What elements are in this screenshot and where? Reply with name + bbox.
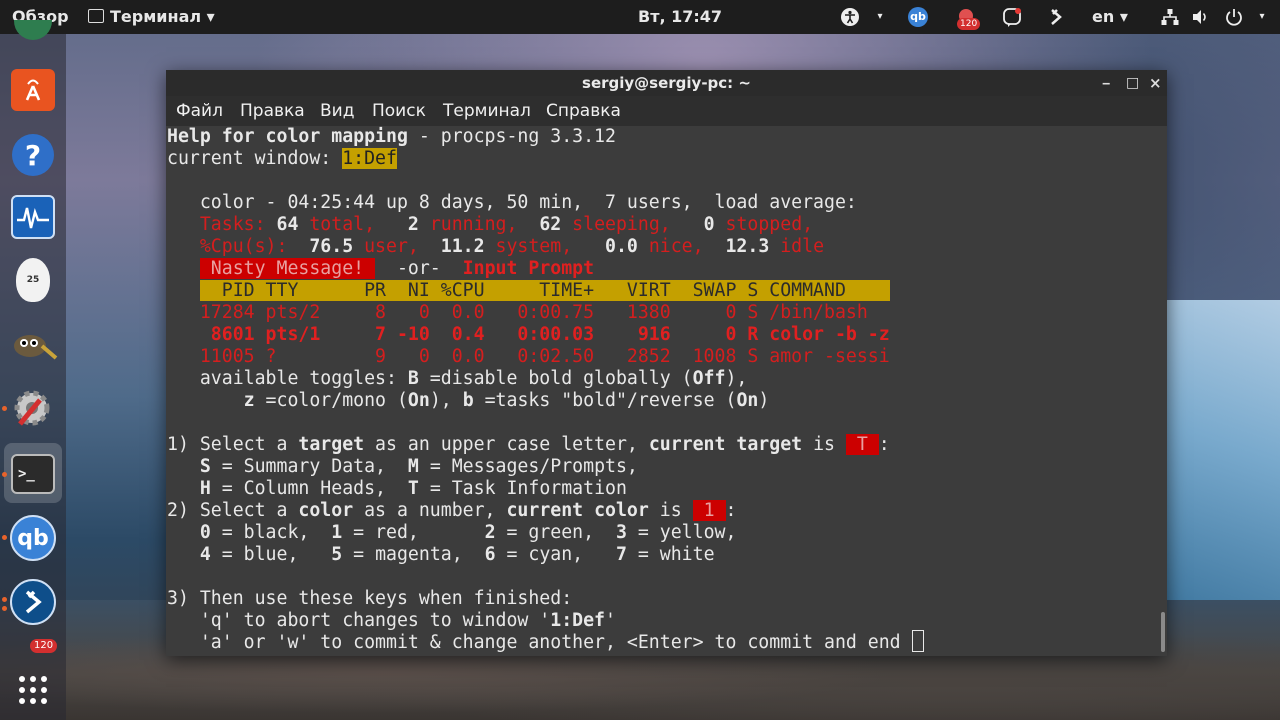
qbittorrent-icon[interactable]: qb (10, 515, 56, 561)
current-window-value: 1:Def (342, 148, 397, 169)
clock[interactable]: Вт, 17:47 (638, 0, 722, 34)
dock: ? 25 >_ qb 120 (0, 20, 66, 720)
text-cursor (911, 630, 924, 652)
terminal-line: current window: 1:Def (167, 148, 397, 169)
menu-terminal[interactable]: Терминал (443, 96, 531, 126)
gimp-icon[interactable] (8, 324, 58, 364)
settings-svg (14, 390, 50, 426)
tray-badge: 120 (957, 18, 981, 30)
terminal-output[interactable]: Help for color mapping - procps-ng 3.3.1… (166, 126, 1158, 656)
qbittorrent-tray-icon[interactable]: qb (908, 7, 928, 27)
bag-svg (25, 79, 41, 101)
kodi-svg (25, 590, 42, 614)
step2-line: 2) Select a color as a number, current c… (167, 500, 737, 521)
dock-badge: 120 (30, 639, 58, 653)
settings-icon[interactable] (10, 386, 56, 432)
maximize-button[interactable]: □ (1126, 70, 1139, 96)
menu-file[interactable]: Файл (176, 96, 223, 126)
accessibility-icon[interactable] (840, 7, 860, 27)
gimp-svg (14, 335, 58, 360)
ice-background (1160, 300, 1280, 620)
monitor-svg (17, 207, 49, 229)
running-indicator (2, 597, 7, 602)
egg-timer-icon[interactable]: 25 (16, 258, 50, 302)
step1-line: 1) Select a target as an upper case lett… (167, 434, 890, 455)
running-indicator (2, 406, 7, 411)
terminal-icon[interactable]: >_ (11, 454, 55, 494)
window-title: sergiy@sergiy-pc: ~ (582, 74, 751, 92)
toggles-line: available toggles: B =disable bold globa… (167, 368, 748, 389)
terminal-app-icon (88, 8, 104, 23)
app-menu-label: Терминал ▾ (110, 7, 215, 26)
grid-svg (19, 676, 47, 704)
cpu-line: %Cpu(s): 76.5 user, 11.2 system, 0.0 nic… (167, 236, 825, 257)
toggles-line: z =color/mono (On), b =tasks "bold"/reve… (243, 390, 770, 411)
terminal-line: Help for color mapping - procps-ng 3.3.1… (167, 126, 616, 147)
volume-icon[interactable] (1190, 7, 1210, 27)
app-menu-button[interactable]: Терминал ▾ (88, 0, 215, 34)
menu-search[interactable]: Поиск (372, 96, 426, 126)
step1-options: S = Summary Data, M = Messages/Prompts, (199, 456, 638, 477)
menu-help[interactable]: Справка (546, 96, 621, 126)
step1-options: H = Column Heads, T = Task Information (199, 478, 627, 499)
partial-app-icon[interactable] (14, 20, 52, 40)
scrollbar-thumb[interactable] (1161, 612, 1165, 652)
chevron-down-icon[interactable]: ▾ (870, 7, 890, 27)
close-button[interactable]: × (1149, 70, 1162, 96)
app-grid-icon[interactable] (17, 674, 49, 706)
color-options: 4 = blue, 5 = magenta, 6 = cyan, 7 = whi… (199, 544, 715, 565)
accessibility-icon-svg (841, 8, 859, 26)
kodi-tray-svg (1051, 9, 1062, 25)
menu-edit[interactable]: Правка (240, 96, 305, 126)
step3-q-line: 'q' to abort changes to window '1:Def' (167, 610, 616, 631)
running-indicator (2, 472, 7, 477)
viber-icon[interactable] (1002, 7, 1022, 27)
terminal-window[interactable]: sergiy@sergiy-pc: ~ ‒ □ × Файл Правка Ви… (166, 70, 1167, 656)
minimize-button[interactable]: ‒ (1102, 70, 1110, 96)
message-line: Nasty Message! -or- Input Prompt (199, 258, 595, 279)
volume-icon-svg (1193, 10, 1206, 24)
color-options: 0 = black, 1 = red, 2 = green, 3 = yello… (199, 522, 737, 543)
network-icon[interactable] (1160, 7, 1180, 27)
language-indicator[interactable]: en ▾ (1092, 0, 1128, 34)
menubar: Файл Правка Вид Поиск Терминал Справка (166, 96, 1167, 126)
step3-a-line: 'a' or 'w' to commit & change another, <… (167, 630, 924, 654)
input-prompt: Input Prompt (462, 258, 595, 279)
viber-icon-svg (1003, 8, 1021, 27)
tasks-line: Tasks: 64 total, 2 running, 62 sleeping,… (167, 214, 814, 235)
ubuntu-software-icon[interactable] (11, 69, 55, 111)
red-app-tray-icon[interactable]: 120 (955, 7, 981, 30)
step3-line: 3) Then use these keys when finished: (167, 588, 573, 609)
system-monitor-icon[interactable] (11, 195, 55, 239)
terminal-line: color - 04:25:44 up 8 days, 50 min, 7 us… (167, 192, 857, 213)
window-titlebar[interactable]: sergiy@sergiy-pc: ~ ‒ □ × (166, 70, 1167, 96)
chevron-down-icon[interactable]: ▾ (1252, 7, 1272, 27)
nasty-message: Nasty Message! (199, 258, 376, 279)
running-indicator (2, 535, 7, 540)
power-icon-svg (1226, 9, 1242, 26)
column-header: PID TTY PR NI %CPU TIME+ VIRT SWAP S COM… (199, 280, 890, 301)
current-target-value: T (845, 434, 879, 455)
network-icon-svg (1161, 9, 1179, 25)
power-icon[interactable] (1224, 7, 1244, 27)
task-row: 8601 pts/1 7 -10 0.4 0:00.03 916 0 R col… (188, 324, 890, 345)
help-icon[interactable]: ? (12, 134, 54, 176)
top-panel: Обзор Терминал ▾ Вт, 17:47 ▾ qb 120 en ▾… (0, 0, 1280, 34)
task-row: 17284 pts/2 8 0 0.0 0:00.75 1380 0 S /bi… (199, 302, 868, 323)
kodi-icon[interactable] (10, 579, 56, 625)
kodi-tray-icon[interactable] (1046, 7, 1066, 27)
scrollbar[interactable] (1158, 126, 1167, 656)
menu-view[interactable]: Вид (320, 96, 354, 126)
task-row: 11005 ? 9 0 0.0 0:02.50 2852 1008 S amor… (199, 346, 890, 367)
current-color-value: 1 (692, 500, 726, 521)
running-indicator (2, 606, 7, 611)
